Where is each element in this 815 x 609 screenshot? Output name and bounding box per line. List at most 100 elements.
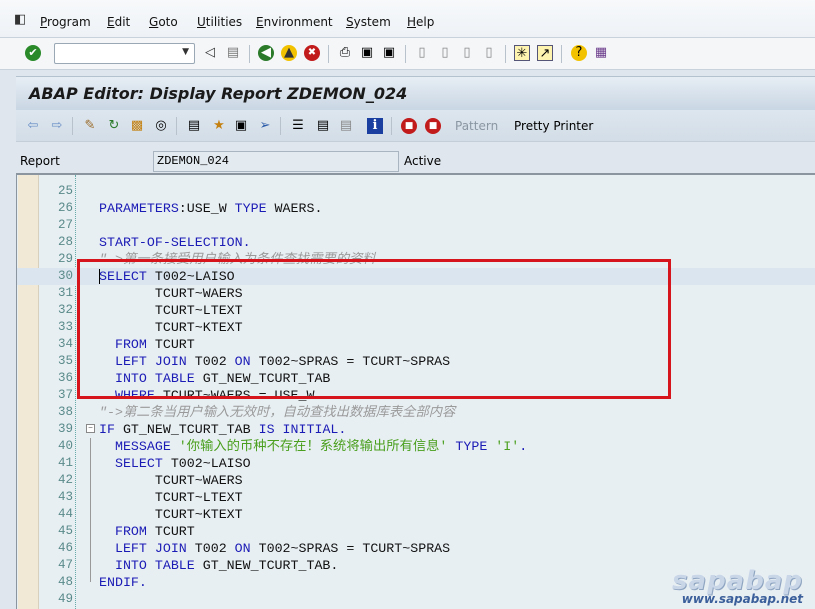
code-line[interactable]: 26 PARAMETERS:USE_W TYPE WAERS. [17, 200, 815, 217]
back-arrow-icon[interactable]: ◁ [202, 45, 218, 61]
fold-guide [90, 438, 91, 582]
code-line[interactable]: 25 [17, 183, 815, 200]
code-text: IF GT_NEW_TCURT_TAB IS INITIAL. [99, 421, 346, 438]
first-page-icon[interactable]: ▯ [414, 45, 430, 61]
pretty-printer-button[interactable]: Pretty Printer [514, 119, 593, 133]
back-icon[interactable]: ◀ [258, 45, 274, 61]
cancel-icon[interactable]: ✖ [304, 45, 320, 61]
code-token: "->第二条当用户输入无效时，自动查找出数据库表全部内容 [99, 405, 456, 420]
code-token: WAERS. [266, 201, 323, 216]
code-line[interactable]: 27 [17, 217, 815, 234]
find-next-icon[interactable]: ▣ [381, 45, 397, 61]
line-number: 38 [57, 405, 73, 419]
shortcut-icon[interactable]: ↗ [537, 45, 553, 61]
enter-icon[interactable]: ✔ [25, 45, 41, 61]
line-number: 47 [57, 558, 73, 572]
help-icon[interactable]: ? [571, 45, 587, 61]
code-token: ON [234, 541, 251, 556]
code-token: START-OF-SELECTION. [99, 235, 251, 250]
set-external-breakpoint-icon[interactable]: ■ [425, 118, 441, 134]
line-number: 34 [57, 337, 73, 351]
code-line[interactable]: 44 TCURT~KTEXT [17, 506, 815, 523]
code-line[interactable]: 45 FROM TCURT [17, 523, 815, 540]
menu-utilities[interactable]: Utilities [197, 15, 242, 29]
code-token: INTO TABLE [99, 558, 195, 573]
test-icon[interactable]: ▣ [233, 118, 249, 134]
line-number: 37 [57, 388, 73, 402]
display-change-icon[interactable]: ✎ [82, 118, 98, 134]
new-session-icon[interactable]: ✳ [514, 45, 530, 61]
object-list-icon[interactable]: ☰ [290, 118, 306, 134]
code-token: TCURT~LTEXT [99, 490, 243, 505]
report-status: Active [404, 154, 442, 168]
info-icon[interactable]: i [367, 118, 383, 134]
code-token: T002~LAISO [162, 456, 251, 471]
code-line[interactable]: 38 "->第二条当用户输入无效时，自动查找出数据库表全部内容 [17, 404, 815, 421]
line-number: 41 [57, 456, 73, 470]
separator [505, 45, 506, 63]
pattern-button[interactable]: Pattern [455, 119, 498, 133]
active-inactive-icon[interactable]: ↻ [106, 118, 122, 134]
code-line[interactable]: 28 START-OF-SELECTION. [17, 234, 815, 251]
code-text: TCURT~WAERS [99, 472, 243, 489]
title-bar: ABAP Editor: Display Report ZDEMON_024 [16, 76, 815, 110]
code-line[interactable]: 43 TCURT~LTEXT [17, 489, 815, 506]
code-token: TCURT~KTEXT [99, 507, 243, 522]
line-number: 28 [57, 235, 73, 249]
code-text: MESSAGE '你输入的币种不存在！系统将输出所有信息' TYPE 'I'. [99, 438, 527, 455]
next-page-icon[interactable]: ▯ [459, 45, 475, 61]
navigation-window-icon[interactable]: ▤ [315, 118, 331, 134]
fold-toggle-icon[interactable]: − [86, 424, 95, 433]
code-text: INTO TABLE GT_NEW_TCURT_TAB. [99, 557, 338, 574]
menu-goto[interactable]: Goto [149, 15, 178, 29]
back-arrow-icon[interactable]: ⇦ [25, 118, 41, 134]
save-icon[interactable]: ▤ [225, 45, 241, 61]
line-number: 27 [57, 218, 73, 232]
worklist-icon[interactable]: ▤ [338, 118, 354, 134]
command-field[interactable]: ▼ [54, 43, 195, 64]
code-token: :USE_W [178, 201, 235, 216]
line-number: 48 [57, 575, 73, 589]
code-text: FROM TCURT [99, 523, 195, 540]
menu-system[interactable]: System [346, 15, 391, 29]
line-number: 25 [57, 184, 73, 198]
check-icon[interactable]: ▤ [186, 118, 202, 134]
menu-help[interactable]: Help [407, 15, 434, 29]
last-page-icon[interactable]: ▯ [481, 45, 497, 61]
code-line[interactable]: 41 SELECT T002~LAISO [17, 455, 815, 472]
line-number: 44 [57, 507, 73, 521]
code-token: . [519, 439, 528, 454]
code-text: TCURT~LTEXT [99, 489, 243, 506]
code-line[interactable]: 42 TCURT~WAERS [17, 472, 815, 489]
menu-environment[interactable]: Environment [256, 15, 333, 29]
code-line[interactable]: 40 MESSAGE '你输入的币种不存在！系统将输出所有信息' TYPE 'I… [17, 438, 815, 455]
forward-arrow-icon[interactable]: ⇨ [49, 118, 65, 134]
code-line[interactable]: 46 LEFT JOIN T002 ON T002~SPRAS = TCURT~… [17, 540, 815, 557]
code-text: START-OF-SELECTION. [99, 234, 251, 251]
customize-layout-icon[interactable]: ▦ [593, 45, 609, 61]
line-number: 40 [57, 439, 73, 453]
code-line[interactable]: 39 IF GT_NEW_TCURT_TAB IS INITIAL. − [17, 421, 815, 438]
previous-page-icon[interactable]: ▯ [437, 45, 453, 61]
line-number: 35 [57, 354, 73, 368]
report-field[interactable]: ZDEMON_024 [153, 151, 399, 172]
system-menu-icon[interactable]: ◧ [14, 12, 26, 27]
code-token: ENDIF. [99, 575, 147, 590]
other-object-icon[interactable]: ▩ [129, 118, 145, 134]
dropdown-arrow-icon[interactable]: ▼ [182, 47, 189, 57]
code-text: TCURT~KTEXT [99, 506, 243, 523]
report-label: Report [20, 154, 60, 168]
navigation-icon[interactable]: ➢ [257, 118, 273, 134]
print-icon[interactable]: ⎙ [337, 45, 353, 61]
line-number: 31 [57, 286, 73, 300]
where-used-icon[interactable]: ◎ [153, 118, 169, 134]
code-token: IF [99, 422, 115, 437]
line-number: 45 [57, 524, 73, 538]
set-breakpoint-icon[interactable]: ■ [401, 118, 417, 134]
activate-icon[interactable]: ★ [211, 118, 227, 134]
exit-icon[interactable]: ▲ [281, 45, 297, 61]
find-icon[interactable]: ▣ [359, 45, 375, 61]
separator [391, 117, 392, 135]
menu-program[interactable]: Program [40, 15, 91, 29]
menu-edit[interactable]: Edit [107, 15, 130, 29]
